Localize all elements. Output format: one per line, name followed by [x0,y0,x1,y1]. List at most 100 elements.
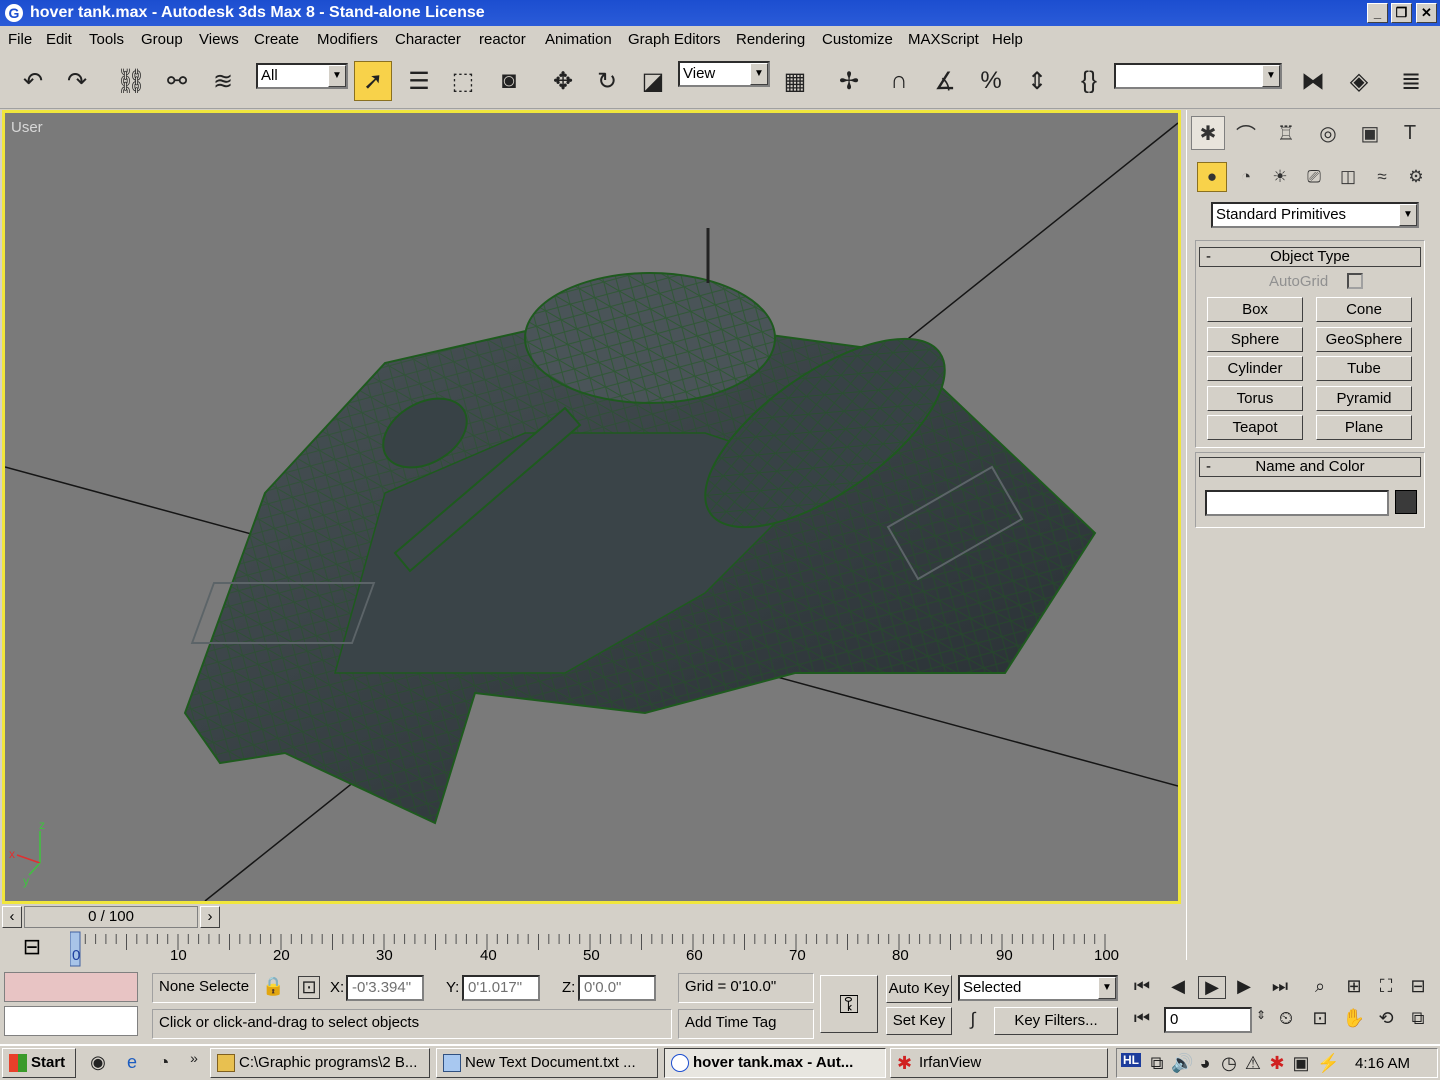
geometry-icon[interactable]: ● [1197,162,1227,192]
close-button[interactable]: ✕ [1416,3,1437,23]
helpers-icon[interactable]: ◫ [1333,162,1363,192]
set-key-button[interactable]: Set Key [886,1007,952,1035]
menu-group[interactable]: Group [141,26,183,53]
quicklaunch-media-icon[interactable]: ◔ [154,1052,174,1073]
zoom-extents-icon[interactable]: ⛶ [1372,976,1400,997]
shapes-icon[interactable]: ◔ [1231,162,1261,192]
cone-button[interactable]: Cone [1316,297,1412,322]
zoom-icon[interactable]: ⌕ [1306,976,1334,997]
task-explorer[interactable]: C:\Graphic programs\2 B... [210,1048,430,1078]
menu-reactor[interactable]: reactor [479,26,526,53]
scale-icon[interactable]: ◪ [634,61,672,101]
x-coord-field[interactable]: -0'3.394" [346,975,424,1001]
menu-graph-editors[interactable]: Graph Editors [628,26,721,53]
zoom-all-icon[interactable]: ⊞ [1340,976,1368,997]
select-by-name-icon[interactable]: ☰ [400,61,438,101]
snaps-toggle-icon[interactable]: ∩ [880,61,918,101]
key-mode-toggle-icon[interactable]: ⏮ [1128,1008,1156,1029]
geosphere-button[interactable]: GeoSphere [1316,327,1412,352]
auto-key-button[interactable]: Auto Key [886,975,952,1003]
unlink-icon[interactable]: ⚯ [158,61,196,101]
play-icon[interactable]: ▶ [1198,976,1226,999]
object-name-field[interactable] [1205,490,1389,516]
start-button[interactable]: Start [2,1048,76,1078]
percent-snap-icon[interactable]: % [972,61,1010,101]
move-icon[interactable]: ✥ [544,61,582,101]
set-key-big-icon[interactable]: ⚿ [820,975,878,1033]
default-tangent-icon[interactable]: ∫ [958,1009,988,1030]
arc-rotate-icon[interactable]: ⟲ [1372,1008,1400,1029]
menu-file[interactable]: File [8,26,32,53]
next-frame-icon[interactable]: › [200,906,220,928]
z-coord-field[interactable]: 0'0.0" [578,975,656,1001]
maximize-button[interactable]: ❐ [1391,3,1412,23]
next-frame-button-icon[interactable]: ▶ [1230,976,1258,997]
object-category-dropdown[interactable]: Standard Primitives ▼ [1211,202,1419,228]
cylinder-button[interactable]: Cylinder [1207,356,1303,381]
zoom-extents-all-icon[interactable]: ⊟ [1404,976,1432,997]
menu-character[interactable]: Character [395,26,461,53]
rotate-icon[interactable]: ↻ [588,61,626,101]
add-time-tag[interactable]: Add Time Tag [678,1009,814,1039]
absolute-mode-icon[interactable]: ⊡ [298,976,320,999]
maxscript-output-mini[interactable] [4,1006,138,1036]
tray-app-icon[interactable]: ⚠ [1243,1053,1263,1074]
bind-space-warp-icon[interactable]: ≋ [204,61,242,101]
menu-customize[interactable]: Customize [822,26,893,53]
time-slider[interactable]: ‹ 0 / 100 › [2,906,220,928]
menu-views[interactable]: Views [199,26,239,53]
rectangular-selection-icon[interactable]: ⬚ [444,61,482,101]
curve-editor-icon[interactable]: ⊟ [16,934,48,966]
internet-explorer-icon[interactable]: e [122,1052,142,1073]
edit-named-selection-icon[interactable]: {} [1070,61,1108,101]
tray-hl-icon[interactable]: HL [1121,1053,1141,1067]
motion-tab-icon[interactable]: ◎ [1311,116,1345,150]
quicklaunch-icon[interactable]: ◉ [88,1052,108,1073]
manipulate-icon[interactable]: ✢ [830,61,868,101]
minimize-button[interactable]: _ [1367,3,1388,23]
systems-icon[interactable]: ⚙ [1401,162,1431,192]
tray-app-icon[interactable]: ▣ [1291,1053,1311,1074]
menu-tools[interactable]: Tools [89,26,124,53]
lights-icon[interactable]: ☀ [1265,162,1295,192]
menu-create[interactable]: Create [254,26,299,53]
previous-frame-icon[interactable]: ◀ [1164,976,1192,997]
mirror-icon[interactable]: ⧓ [1294,61,1332,101]
perspective-viewport[interactable]: User z x y [2,110,1181,904]
create-tab-icon[interactable]: ✱ [1191,116,1225,150]
trackbar[interactable]: 0 10 20 30 40 50 60 70 80 90 100 [70,930,1182,968]
display-tab-icon[interactable]: ▣ [1353,116,1387,150]
hierarchy-tab-icon[interactable]: ♖ [1269,116,1303,150]
y-coord-field[interactable]: 0'1.017" [462,975,540,1001]
named-selection-dropdown[interactable]: ▼ [1114,63,1282,89]
layer-manager-icon[interactable]: ≣ [1392,61,1430,101]
tray-app-icon[interactable]: ⚡ [1317,1053,1339,1074]
region-zoom-icon[interactable]: ⊡ [1306,1008,1334,1029]
sphere-button[interactable]: Sphere [1207,327,1303,352]
tray-app-icon[interactable]: ◷ [1219,1053,1239,1074]
utilities-tab-icon[interactable]: T [1393,116,1427,150]
frame-counter[interactable]: 0 / 100 [24,906,198,928]
quicklaunch-more-icon[interactable]: » [186,1050,202,1066]
link-icon[interactable]: ⛓ [112,61,150,101]
lock-icon[interactable]: 🔒 [262,976,284,997]
task-3dsmax[interactable]: hover tank.max - Aut... [664,1048,886,1078]
task-notepad[interactable]: New Text Document.txt ... [436,1048,658,1078]
app-icon[interactable]: G [5,4,23,22]
menu-rendering[interactable]: Rendering [736,26,805,53]
tray-network-icon[interactable]: ⧉ [1147,1053,1167,1074]
object-type-header[interactable]: - Object Type [1199,247,1421,267]
redo-icon[interactable]: ↷ [58,61,96,101]
spinner-snap-icon[interactable]: ⇕ [1018,61,1056,101]
modify-tab-icon[interactable]: ⌒ [1229,116,1263,150]
object-color-swatch[interactable] [1395,490,1417,514]
space-warps-icon[interactable]: ≈ [1367,162,1397,192]
cameras-icon[interactable]: ⎚ [1299,162,1329,192]
select-object-icon[interactable]: ➚ [354,61,392,101]
box-button[interactable]: Box [1207,297,1303,322]
key-filters-button[interactable]: Key Filters... [994,1007,1118,1035]
key-mode-dropdown[interactable]: Selected ▼ [958,975,1118,1001]
name-color-header[interactable]: - Name and Color [1199,457,1421,477]
torus-button[interactable]: Torus [1207,386,1303,411]
angle-snap-icon[interactable]: ∡ [926,61,964,101]
